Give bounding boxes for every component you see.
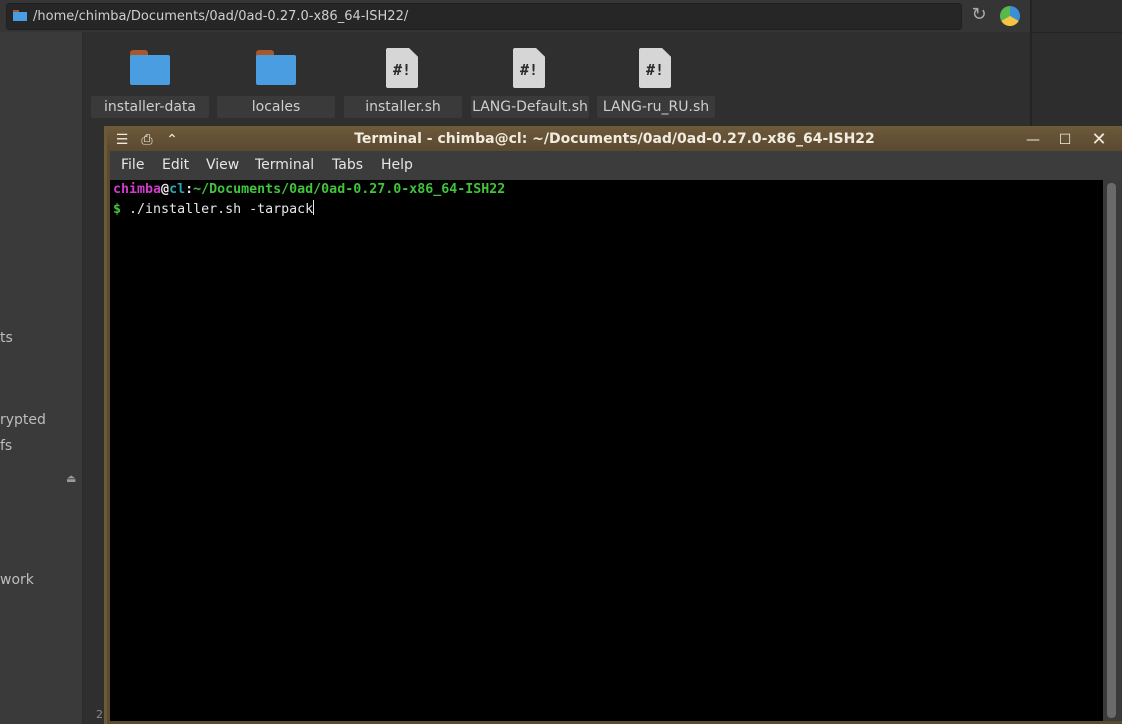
file-label: installer.sh bbox=[344, 96, 462, 118]
file-item-lang-ru-ru-sh[interactable]: #! LANG-ru_RU.sh bbox=[597, 46, 715, 118]
folder-icon bbox=[256, 50, 296, 85]
eject-icon[interactable]: ⏏ bbox=[66, 472, 76, 485]
sidebar-item-fs[interactable]: fs bbox=[0, 438, 12, 454]
sidebar-item-documents[interactable]: ts bbox=[0, 330, 13, 346]
menu-bar: File Edit View Terminal Tabs Help bbox=[110, 151, 1122, 180]
file-item-locales[interactable]: locales bbox=[217, 46, 335, 118]
command-text[interactable]: ./installer.sh -tarpack bbox=[129, 202, 313, 217]
file-label: locales bbox=[217, 96, 335, 118]
status-fragment: 2 bbox=[96, 708, 103, 721]
menu-view[interactable]: View bbox=[206, 157, 239, 173]
reload-icon[interactable]: ↻ bbox=[969, 5, 989, 25]
terminal-scrollbar[interactable] bbox=[1103, 180, 1122, 721]
menu-edit[interactable]: Edit bbox=[162, 157, 189, 173]
prompt-separator: : bbox=[185, 182, 194, 197]
menu-help[interactable]: Help bbox=[381, 157, 413, 173]
prompt-user: chimba bbox=[113, 182, 162, 197]
menu-tabs[interactable]: Tabs bbox=[332, 157, 363, 173]
browser-icon[interactable] bbox=[1000, 6, 1020, 26]
prompt-dollar: $ bbox=[113, 202, 122, 217]
title-bar[interactable]: ☰ ⎙ ⌃ Terminal - chimba@cl: ~/Documents/… bbox=[107, 129, 1122, 151]
file-item-lang-default-sh[interactable]: #! LANG-Default.sh bbox=[471, 46, 589, 118]
close-icon[interactable]: ✕ bbox=[1088, 129, 1110, 151]
prompt-host: cl bbox=[169, 182, 186, 197]
file-label: LANG-Default.sh bbox=[471, 96, 589, 118]
window-title: Terminal - chimba@cl: ~/Documents/0ad/0a… bbox=[354, 131, 875, 147]
address-bar[interactable]: /home/chimba/Documents/0ad/0ad-0.27.0-x8… bbox=[6, 3, 962, 30]
address-text[interactable]: /home/chimba/Documents/0ad/0ad-0.27.0-x8… bbox=[33, 9, 408, 24]
prompt-path: ~/Documents/0ad/0ad-0.27.0-x86_64-ISH22 bbox=[193, 182, 506, 197]
maximize-icon[interactable]: ☐ bbox=[1054, 129, 1076, 151]
sidebar-item-network[interactable]: work bbox=[0, 572, 34, 588]
minimize-icon[interactable]: — bbox=[1022, 129, 1044, 151]
file-label: installer-data bbox=[91, 96, 209, 118]
folder-icon bbox=[13, 10, 27, 21]
terminal-console[interactable]: chimba@cl:~/Documents/0ad/0ad-0.27.0-x86… bbox=[110, 180, 1103, 721]
script-icon: #! bbox=[639, 48, 671, 88]
script-icon: #! bbox=[513, 48, 545, 88]
menu-file[interactable]: File bbox=[121, 157, 144, 173]
scrollbar-thumb[interactable] bbox=[1107, 183, 1116, 718]
file-item-installer-data[interactable]: installer-data bbox=[91, 46, 209, 118]
terminal-window[interactable]: ☰ ⎙ ⌃ Terminal - chimba@cl: ~/Documents/… bbox=[104, 126, 1122, 724]
file-label: LANG-ru_RU.sh bbox=[597, 96, 715, 118]
sidebar: ts rypted fs ⏏ work bbox=[0, 32, 83, 724]
file-item-installer-sh[interactable]: #! installer.sh bbox=[344, 46, 462, 118]
sidebar-item-encrypted[interactable]: rypted bbox=[0, 412, 46, 428]
prompt-at: @ bbox=[161, 182, 170, 197]
folder-icon bbox=[130, 50, 170, 85]
menu-terminal[interactable]: Terminal bbox=[255, 157, 314, 173]
command-line[interactable]: $ ./installer.sh -tarpack bbox=[113, 200, 315, 217]
prompt-line: chimba@cl:~/Documents/0ad/0ad-0.27.0-x86… bbox=[113, 182, 505, 197]
script-icon: #! bbox=[386, 48, 418, 88]
text-cursor bbox=[313, 200, 315, 215]
